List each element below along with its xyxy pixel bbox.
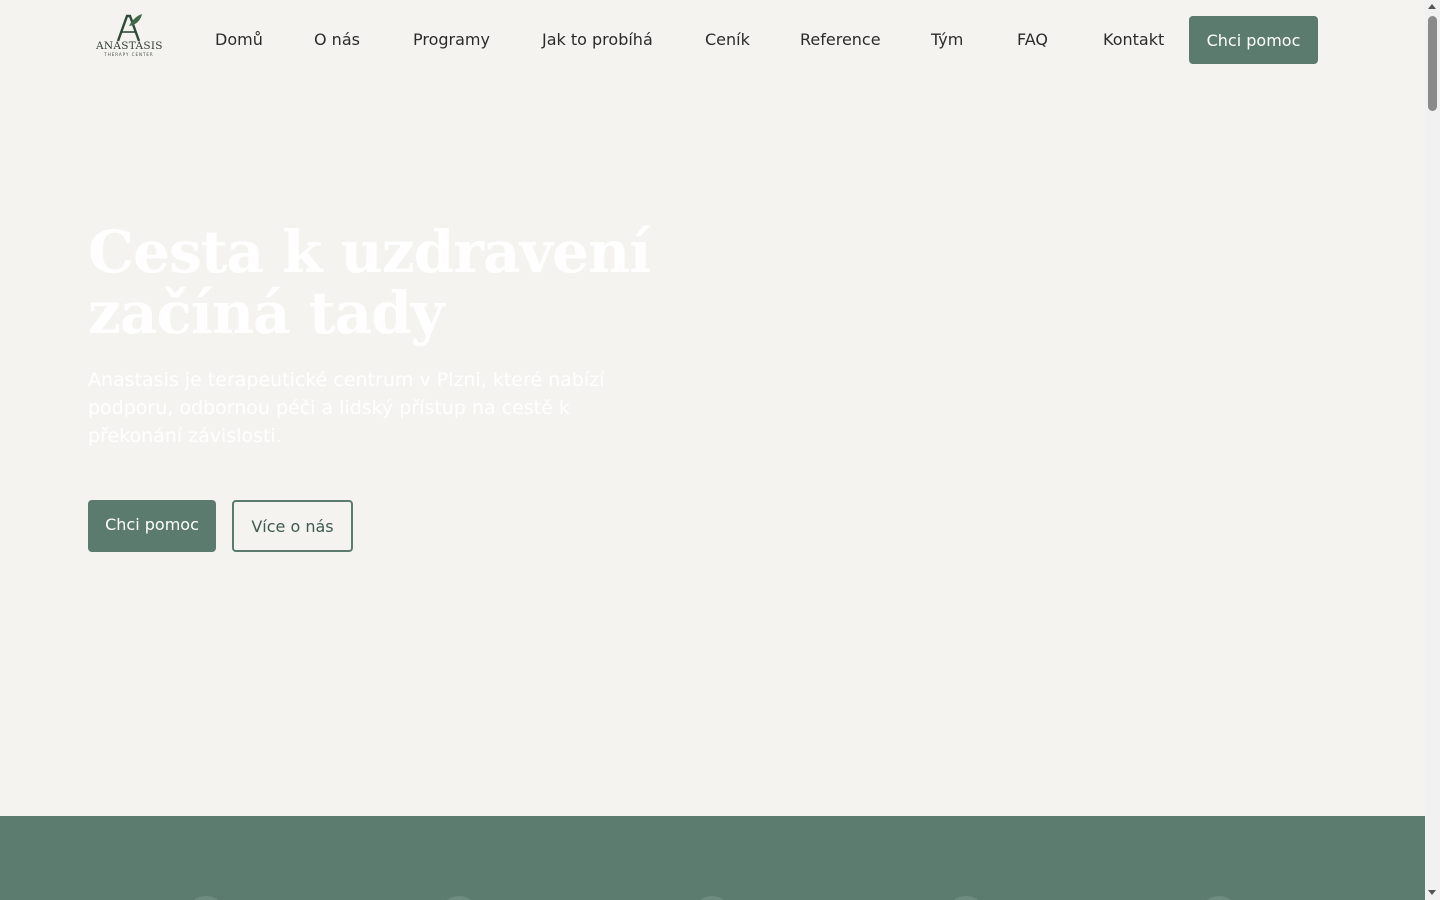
page: ANASTASIS THERAPY CENTER Domů O nás Prog… [0,0,1425,900]
hero-title: Cesta k uzdravení začíná tady [88,222,708,344]
scrollbar-thumb[interactable] [1428,16,1437,111]
hero-description: Anastasis je terapeutické centrum v Plzn… [88,369,605,447]
feature-icon [1199,896,1239,900]
nav-item-contact[interactable]: Kontakt [1103,30,1164,50]
scroll-up-arrow-icon[interactable] [1428,4,1436,9]
nav-item-process[interactable]: Jak to probíhá [542,30,653,50]
feature-icon [946,896,986,900]
features-band [0,816,1425,900]
feature-icon [439,896,479,900]
scroll-down-arrow-icon[interactable] [1428,890,1436,895]
hero-title-line2: začíná tady [88,279,444,347]
nav-item-about[interactable]: O nás [314,30,360,50]
logo-tagline: THERAPY CENTER [104,52,154,57]
nav-item-programs[interactable]: Programy [413,30,490,50]
feature-icon [186,896,226,900]
feature-icon [692,896,732,900]
site-header: ANASTASIS THERAPY CENTER Domů O nás Prog… [0,0,1425,80]
logo-name: ANASTASIS [96,40,163,52]
logo[interactable]: ANASTASIS THERAPY CENTER [96,12,162,66]
hero-about-button[interactable]: Více o nás [232,500,353,552]
nav-item-home[interactable]: Domů [215,30,263,50]
nav-item-faq[interactable]: FAQ [1017,30,1048,50]
nav-item-references[interactable]: Reference [800,30,881,50]
nav-item-team[interactable]: Tým [931,30,963,50]
page-scrollbar[interactable] [1425,0,1440,900]
hero-help-button[interactable]: Chci pomoc [88,500,216,552]
header-help-button[interactable]: Chci pomoc [1189,16,1318,64]
hero-title-line1: Cesta k uzdravení [88,218,651,286]
nav-item-pricing[interactable]: Ceník [705,30,750,50]
logo-leaf-icon [116,14,142,42]
